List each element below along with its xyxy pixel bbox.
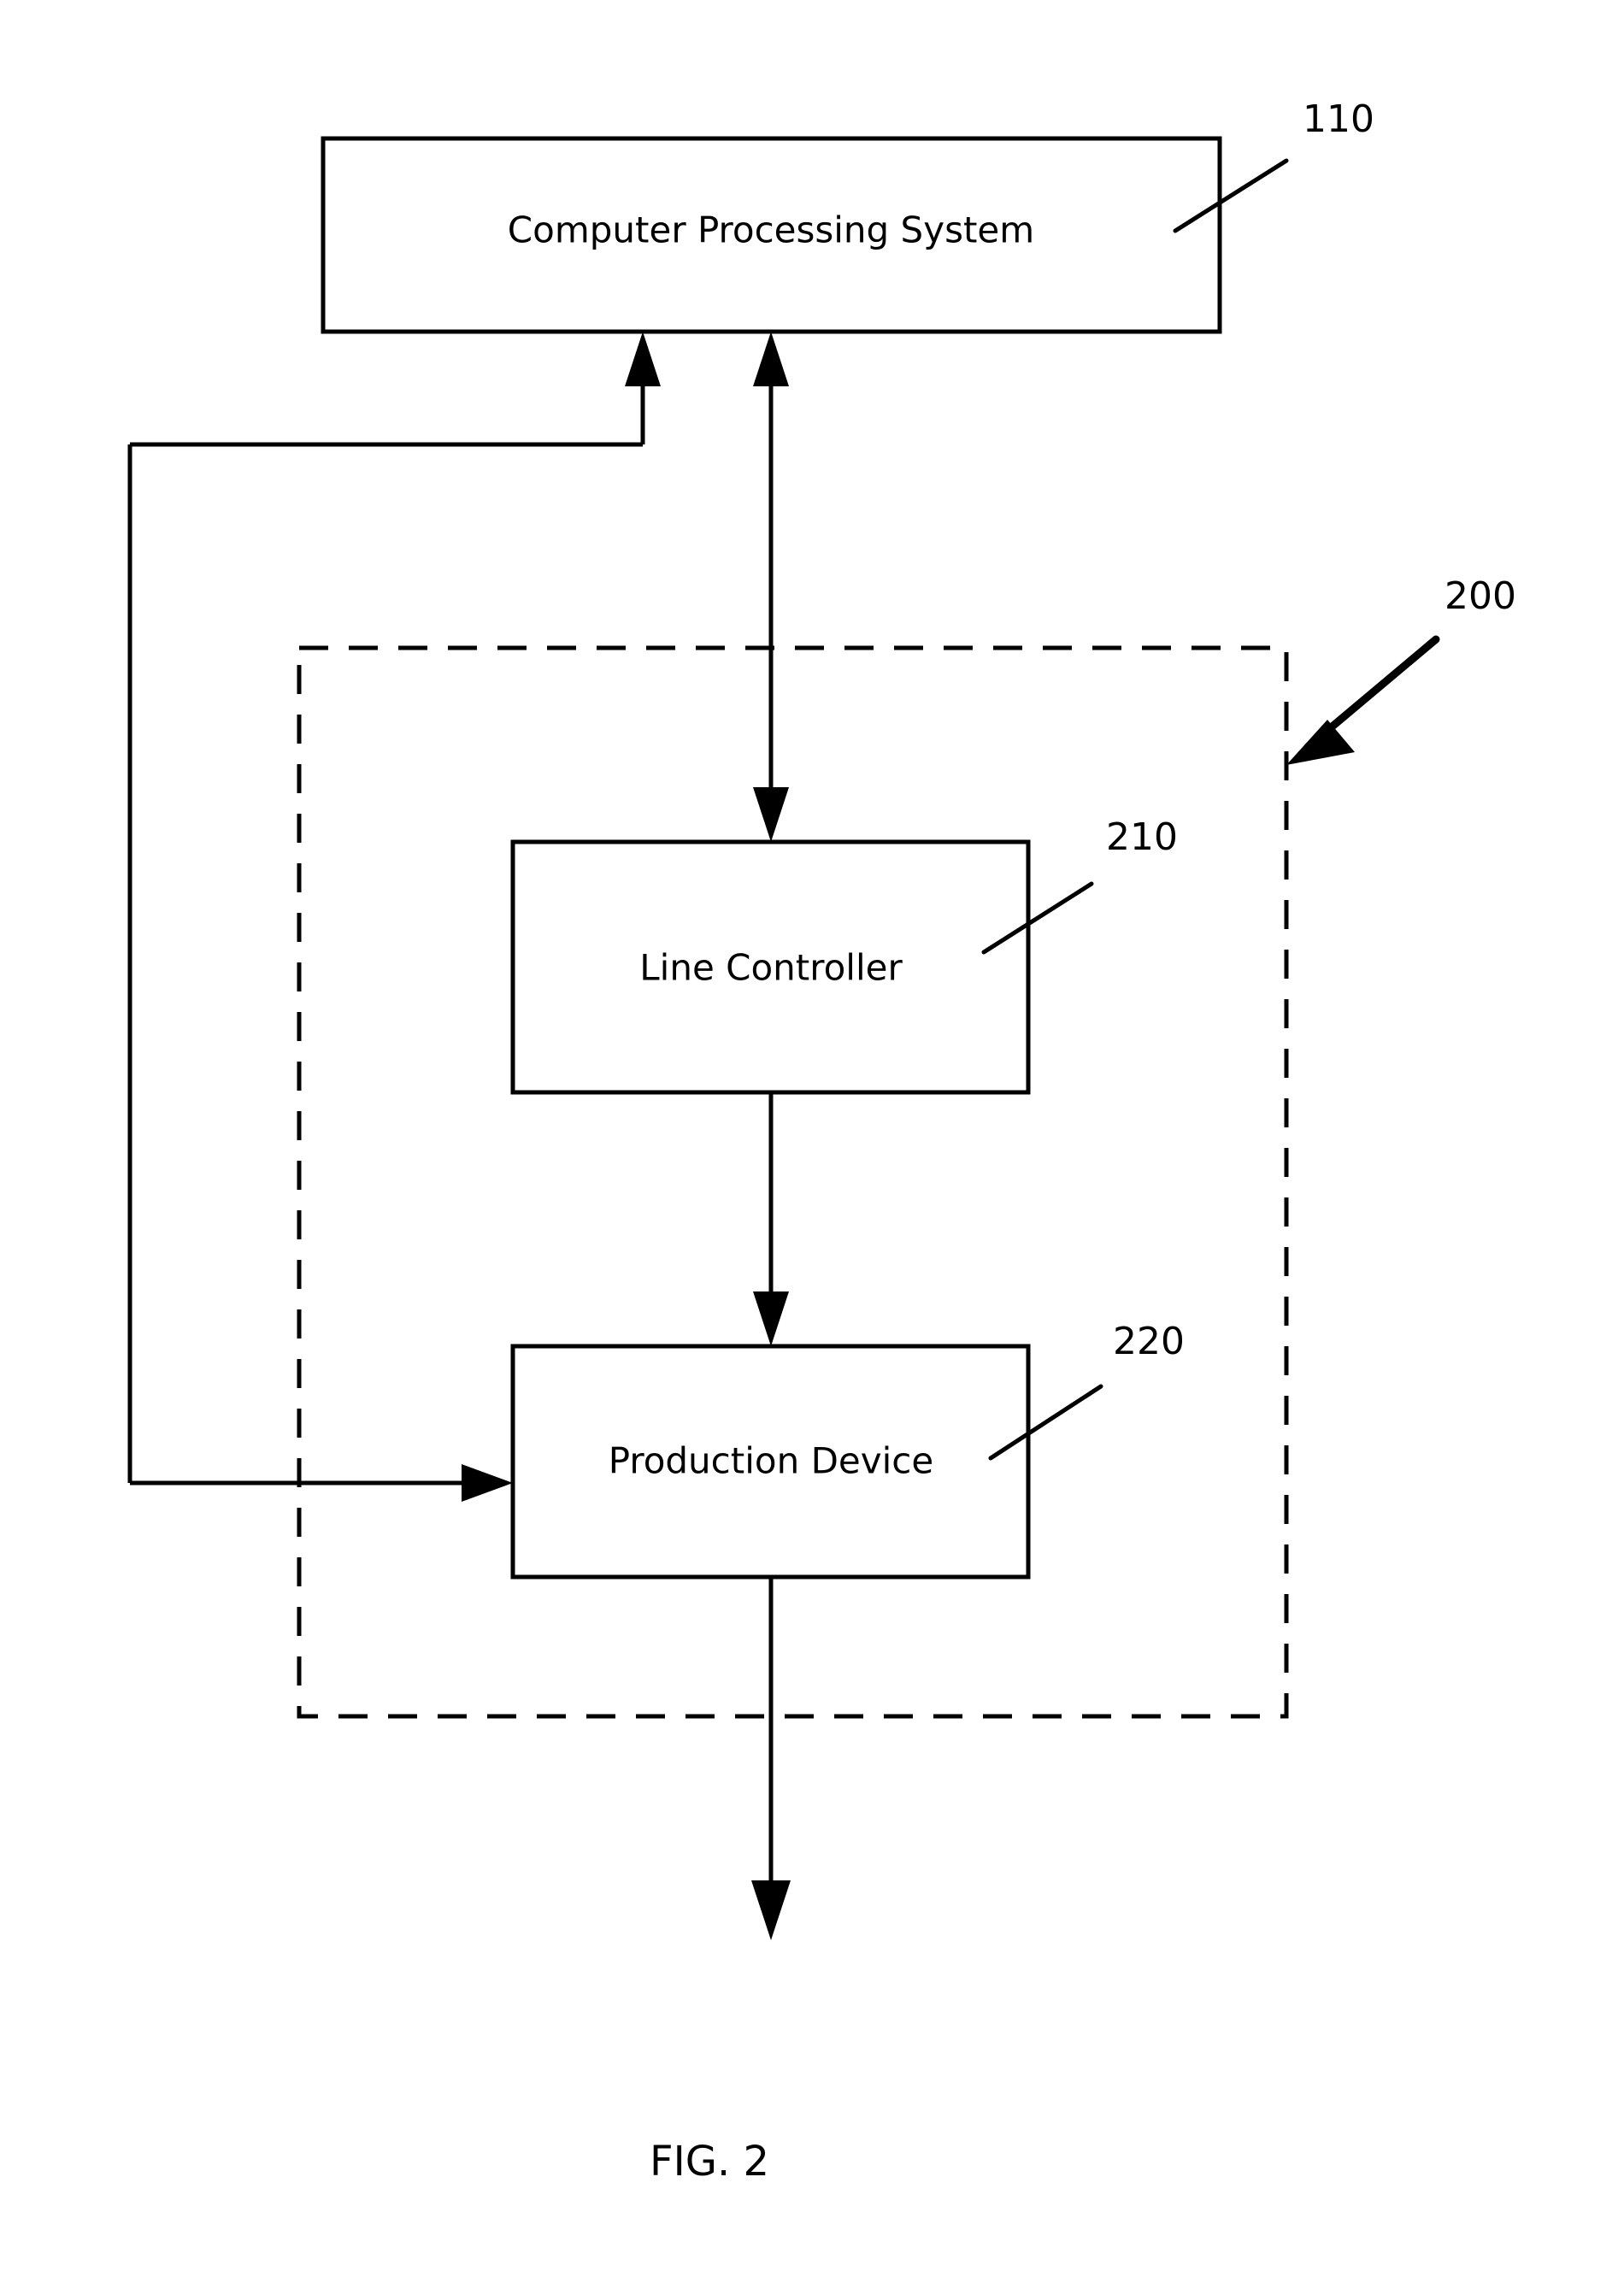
ref-200-pointer-arrowhead	[1286, 720, 1355, 765]
feedback-to-production-device-arrowhead	[462, 1464, 513, 1502]
production-device-label: Production Device	[609, 1440, 933, 1482]
figure-caption: FIG. 2	[650, 2138, 769, 2186]
ref-110-label: 110	[1303, 97, 1374, 141]
patent-figure: Computer Processing System 110 200 Line …	[0, 0, 1624, 2271]
figure-canvas: Computer Processing System 110 200 Line …	[127, 97, 1516, 2186]
ref-210-label: 210	[1106, 815, 1178, 859]
cps-line-controller-up-arrowhead	[753, 332, 789, 386]
cps-line-controller-down-arrowhead	[753, 787, 789, 842]
line-controller-production-device-arrowhead	[753, 1291, 789, 1346]
computer-processing-system-label: Computer Processing System	[508, 209, 1034, 251]
production-device-output-arrowhead	[751, 1880, 791, 1940]
ref-220-label: 220	[1113, 1320, 1185, 1363]
ref-200-label: 200	[1445, 574, 1516, 618]
feedback-to-cps-arrowhead	[625, 332, 661, 386]
line-controller-label: Line Controller	[639, 947, 903, 989]
